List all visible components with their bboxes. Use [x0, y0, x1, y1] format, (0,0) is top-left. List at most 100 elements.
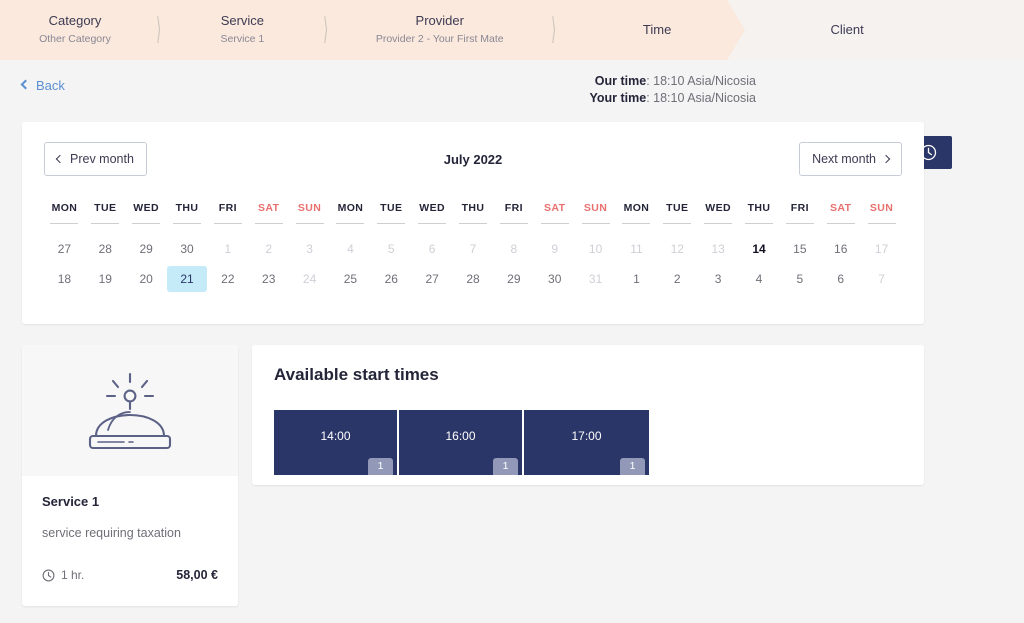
step-category[interactable]: Category Other Category: [0, 13, 150, 47]
calendar-nav: Prev month July 2022 Next month: [44, 142, 902, 176]
calendar-day: 11: [630, 242, 643, 256]
timezone-info: Our time: 18:10 Asia/Nicosia Your time: …: [589, 73, 756, 107]
service-bell-icon: [88, 372, 172, 449]
calendar-day: 24: [302, 272, 317, 286]
calendar-day[interactable]: 27: [412, 266, 453, 292]
calendar-day[interactable]: 3: [698, 266, 739, 292]
calendar-card: Prev month July 2022 Next month MON TUE WE…: [22, 122, 924, 324]
your-time-value: : 18:10 Asia/Nicosia: [646, 91, 756, 105]
step-provider[interactable]: Provider Provider 2 - Your First Mate: [335, 13, 545, 47]
time-slot[interactable]: 16:00 1: [399, 410, 524, 475]
step-time-title: Time: [642, 21, 672, 37]
step-time[interactable]: Time: [562, 22, 752, 39]
weekday-header: THU: [461, 202, 485, 214]
time-slot[interactable]: 14:00 1: [274, 410, 399, 475]
sub-header: Back Our time: 18:10 Asia/Nicosia Your t…: [0, 60, 1024, 169]
calendar-day[interactable]: 30: [534, 266, 575, 292]
step-service-subtitle: Service 1: [220, 33, 265, 46]
calendar-day[interactable]: 26: [371, 266, 412, 292]
back-button[interactable]: Back: [20, 78, 65, 93]
service-duration-label: 1 hr.: [61, 568, 85, 582]
calendar-day[interactable]: 5: [779, 266, 820, 292]
weekday-header: THU: [175, 202, 199, 214]
service-price: 58,00 €: [176, 568, 218, 582]
calendar-day[interactable]: 16: [820, 236, 861, 262]
weekday-divider: [785, 223, 814, 224]
back-button-label: Back: [36, 78, 65, 93]
calendar-day[interactable]: 27: [44, 236, 85, 262]
calendar-day[interactable]: 30: [167, 236, 208, 262]
weekday-divider: [744, 223, 773, 224]
weekday-divider: [622, 223, 651, 224]
calendar-day[interactable]: 14: [739, 236, 780, 262]
calendar-day[interactable]: 18: [44, 266, 85, 292]
calendar-day[interactable]: 6: [820, 266, 861, 292]
calendar-day-selected[interactable]: 21: [166, 266, 208, 292]
calendar-day: 13: [711, 242, 725, 256]
service-summary-card: Service 1 service requiring taxation 1 h…: [22, 345, 238, 606]
weekday-header: SAT: [830, 202, 852, 214]
time-slot[interactable]: 17:00 1: [524, 410, 649, 475]
calendar-day[interactable]: 23: [248, 266, 289, 292]
next-month-label: Next month: [812, 152, 876, 166]
weekday-header: FRI: [790, 202, 809, 214]
calendar-day: 17: [874, 242, 889, 256]
weekday-header: FRI: [218, 202, 237, 214]
weekday-divider: [91, 223, 120, 224]
weekday-divider: [254, 223, 283, 224]
weekday-header: FRI: [504, 202, 523, 214]
calendar-day: 2: [265, 242, 273, 256]
weekday-header: WED: [419, 202, 445, 214]
weekday-header: THU: [747, 202, 771, 214]
weekday-divider: [172, 223, 201, 224]
calendar-day[interactable]: 28: [85, 236, 126, 262]
calendar-day: 7: [469, 242, 477, 256]
calendar-day[interactable]: 15: [779, 236, 820, 262]
step-client-title: Client: [830, 21, 864, 37]
step-provider-title: Provider: [415, 13, 464, 29]
time-slot-label: 14:00: [320, 429, 351, 443]
booking-steps-bar: Category Other Category ⟩ Service Servic…: [0, 0, 1024, 60]
weekday-header: SUN: [297, 202, 322, 214]
clock-icon: [42, 569, 55, 581]
available-times-card: Available start times 14:00 1 16:00 1 17:00 1: [252, 345, 924, 485]
weekday-divider: [540, 223, 569, 224]
calendar-day[interactable]: 2: [657, 266, 698, 292]
calendar-day[interactable]: 29: [493, 266, 534, 292]
weekday-divider: [663, 223, 692, 224]
step-separator-icon: ⟩: [550, 12, 557, 47]
weekday-divider: [499, 223, 528, 224]
calendar-day[interactable]: 19: [85, 266, 126, 292]
calendar-day[interactable]: 20: [126, 266, 167, 292]
weekday-divider: [336, 223, 365, 224]
service-description: service requiring taxation: [42, 526, 181, 540]
calendar-day: 6: [428, 242, 436, 256]
calendar-day: 7: [878, 272, 885, 286]
step-client[interactable]: Client: [752, 22, 942, 39]
time-slot-count-badge: 1: [368, 458, 393, 475]
time-slot-count-badge: 1: [493, 458, 518, 475]
weekday-header: SUN: [583, 202, 608, 214]
weekday-header: TUE: [380, 202, 403, 214]
calendar-day[interactable]: 4: [739, 266, 780, 292]
weekday-header: TUE: [94, 202, 117, 214]
calendar-day[interactable]: 29: [126, 236, 167, 262]
calendar-day: 12: [670, 242, 684, 256]
step-service[interactable]: Service Service 1: [167, 13, 317, 47]
step-category-title: Category: [48, 13, 102, 29]
calendar-day[interactable]: 22: [207, 266, 248, 292]
calendar-day[interactable]: 1: [616, 266, 657, 292]
step-separator-icon: ⟩: [323, 12, 329, 47]
prev-month-button[interactable]: Prev month: [44, 142, 147, 176]
calendar-grid: MON TUE WED THU FRI SAT SUN MON TUE WED THU FRI SAT S…: [44, 202, 902, 296]
our-time-label: Our time: [594, 74, 647, 88]
next-month-button[interactable]: Next month: [799, 142, 902, 176]
chevron-left-icon: [55, 154, 65, 164]
prev-month-label: Prev month: [70, 152, 134, 166]
calendar-day[interactable]: 25: [330, 266, 371, 292]
available-times-title: Available start times: [274, 365, 439, 384]
step-service-title: Service: [220, 13, 265, 29]
calendar-day[interactable]: 28: [453, 266, 494, 292]
service-footer: 1 hr. 58,00 €: [42, 568, 218, 582]
time-slot-count-badge: 1: [620, 458, 645, 475]
